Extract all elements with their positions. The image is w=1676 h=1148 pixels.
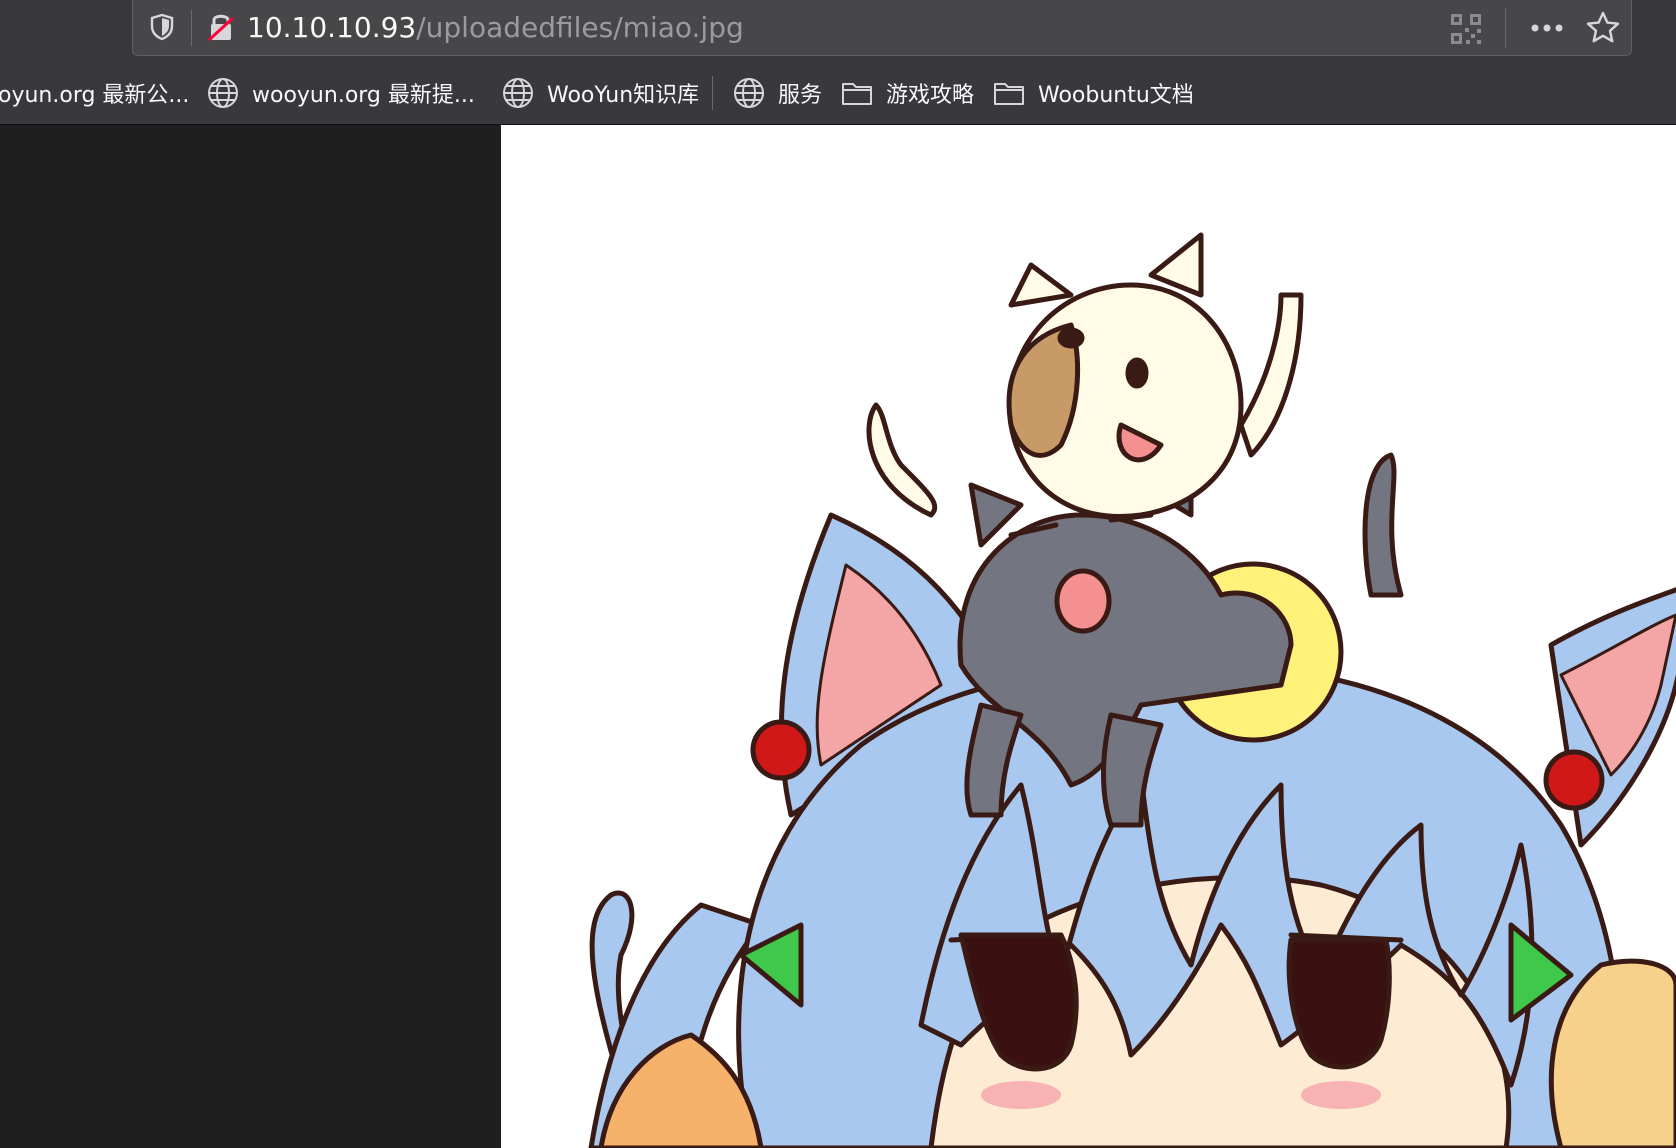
address-bar[interactable]: 10.10.10.93/uploadedfiles/miao.jpg (132, 0, 1632, 56)
urlbar-separator (1505, 8, 1506, 48)
urlbar-separator (191, 10, 192, 46)
globe-icon (734, 78, 764, 108)
bookmark-label: Woobuntu文档 (1038, 83, 1194, 108)
shield-icon[interactable] (147, 12, 177, 42)
folder-icon (842, 83, 872, 105)
bookmark-item[interactable]: 服务 (732, 72, 822, 114)
url-path: /uploadedfiles/miao.jpg (416, 11, 744, 44)
insecure-lock-icon[interactable] (205, 10, 237, 44)
bookmark-item[interactable]: oyun.org 最新公... (0, 72, 189, 114)
bookmark-folder[interactable]: 游戏攻略 (840, 72, 974, 114)
bookmark-item[interactable]: wooyun.org 最新提... (206, 72, 475, 114)
image-viewer: B (0, 125, 1676, 1148)
anime-girl-with-cats-illustration: B (588, 232, 1676, 1148)
bookmark-folder[interactable]: Woobuntu文档 (992, 72, 1194, 114)
bookmark-star-icon[interactable] (1585, 10, 1621, 46)
browser-toolbar: 10.10.10.93/uploadedfiles/miao.jpg (0, 0, 1676, 62)
bookmark-label: 服务 (778, 83, 823, 108)
displayed-image[interactable]: B (501, 125, 1676, 1148)
bookmark-separator (712, 76, 713, 110)
url-text[interactable]: 10.10.10.93/uploadedfiles/miao.jpg (247, 10, 744, 46)
globe-icon (503, 78, 533, 108)
qr-code-icon[interactable] (1449, 12, 1483, 46)
bookmarks-toolbar: oyun.org 最新公... wooyun.org 最新提... WooYun… (0, 62, 1676, 125)
globe-icon (208, 78, 238, 108)
bookmark-label: wooyun.org 最新提... (252, 83, 475, 108)
bookmark-item[interactable]: WooYun知识库 (501, 72, 699, 114)
url-host: 10.10.10.93 (247, 11, 417, 44)
folder-icon (994, 83, 1024, 105)
bookmark-label: oyun.org 最新公... (0, 83, 190, 108)
page-actions-menu-icon[interactable] (1527, 14, 1567, 42)
bookmark-label: WooYun知识库 (547, 83, 700, 108)
bookmark-label: 游戏攻略 (886, 83, 975, 108)
